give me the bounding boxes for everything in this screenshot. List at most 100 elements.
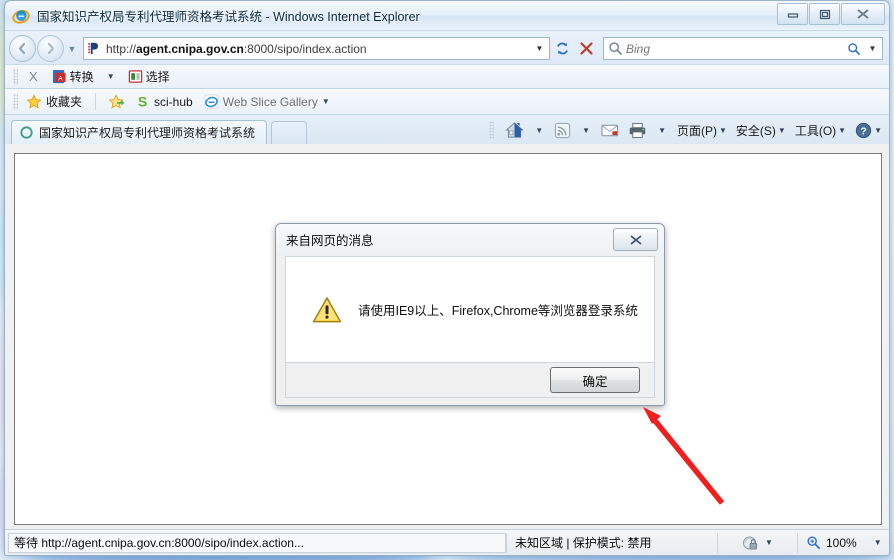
home-icon (505, 122, 525, 138)
select-button[interactable]: 选择 (125, 68, 173, 85)
title-bar[interactable]: 国家知识产权局专利代理师资格考试系统 - Windows Internet Ex… (5, 1, 889, 31)
status-bar: 等待 http://agent.cnipa.gov.cn:8000/sipo/i… (5, 529, 889, 555)
svg-text:?: ? (860, 126, 866, 137)
print-button[interactable] (624, 120, 651, 141)
zoom-control[interactable]: 100% ▼ (798, 533, 889, 553)
minimize-icon (787, 13, 798, 18)
zoom-level-label: 100% (826, 535, 857, 550)
pdf-select-icon (128, 70, 142, 83)
ie-logo-icon (12, 9, 30, 24)
new-tab-button[interactable] (271, 121, 307, 144)
zoom-dropdown-icon[interactable]: ▼ (874, 538, 882, 547)
svg-text:A: A (58, 75, 63, 82)
cmdbar-gripper[interactable] (489, 121, 495, 139)
sci-hub-icon: S (138, 94, 147, 109)
convert-button[interactable]: A 转换 (49, 68, 97, 85)
favorites-label: 收藏夹 (46, 95, 83, 109)
select-label: 选择 (145, 70, 170, 84)
rss-feed-icon (555, 122, 571, 138)
dialog-ok-button[interactable]: 确定 (550, 367, 640, 393)
maximize-button[interactable] (809, 3, 840, 25)
favorite-item-web-slice-gallery[interactable]: Web Slice Gallery ▼ (201, 93, 333, 110)
back-arrow-icon (18, 42, 26, 55)
tools-menu-label: 工具(O) (794, 123, 837, 138)
search-icon (609, 42, 622, 55)
favbar-separator (95, 93, 97, 110)
security-zone-button[interactable]: ▼ (718, 532, 798, 553)
search-go-button[interactable] (842, 37, 865, 60)
dialog-footer: 确定 (285, 363, 655, 398)
favorites-bar: 收藏夹 S sci-hub Web Slice Gallery ▼ (5, 89, 889, 115)
dialog-body: 请使用IE9以上、Firefox,Chrome等浏览器登录系统 (285, 256, 655, 363)
forward-arrow-icon (47, 42, 55, 55)
star-icon (26, 93, 42, 109)
add-favorites-button[interactable] (106, 93, 127, 111)
refresh-button[interactable] (551, 37, 574, 60)
home-dropdown-icon[interactable]: ▼ (529, 126, 549, 135)
search-go-icon (847, 42, 860, 55)
address-dropdown-icon[interactable]: ▼ (532, 44, 547, 53)
status-message: 等待 http://agent.cnipa.gov.cn:8000/sipo/i… (8, 532, 506, 553)
window-controls (777, 3, 885, 25)
tools-menu-button[interactable]: 工具(O) ▼ (791, 120, 850, 141)
favorite-item-sci-hub[interactable]: S sci-hub (132, 93, 196, 110)
search-input[interactable]: Bing (623, 42, 841, 56)
address-url[interactable]: http://agent.cnipa.gov.cn:8000/sipo/inde… (106, 42, 532, 56)
security-dropdown-icon: ▼ (765, 538, 773, 547)
close-button[interactable] (841, 3, 885, 25)
url-domain: agent.cnipa.gov.cn (136, 41, 244, 56)
dialog-title: 来自网页的消息 (286, 234, 374, 248)
tab-strip: 国家知识产权局专利代理师资格考试系统 ▼ ▼ ▼ 页面(P) ▼ 安全(S) ▼… (5, 115, 889, 144)
page-menu-button[interactable]: 页面(P) ▼ (673, 120, 731, 141)
help-dropdown-icon: ▼ (874, 125, 882, 135)
convert-dropdown-icon[interactable]: ▼ (101, 72, 121, 81)
convert-label: 转换 (69, 70, 94, 84)
security-zone-text: 未知区域 | 保护模式: 禁用 (506, 532, 718, 553)
stop-x-icon (580, 42, 593, 55)
minimize-button[interactable] (777, 3, 808, 25)
dialog-close-button[interactable] (613, 228, 658, 251)
stop-button[interactable] (575, 37, 598, 60)
webpage-message-dialog: 来自网页的消息 请使用IE9以上、Firefox,Chrome等浏览器登录系统 … (275, 223, 665, 406)
help-button[interactable]: ? ▼ (851, 120, 886, 141)
address-bar[interactable]: http://agent.cnipa.gov.cn:8000/sipo/inde… (83, 37, 550, 60)
safety-dropdown-icon: ▼ (777, 125, 786, 135)
safety-menu-label: 安全(S) (735, 123, 776, 138)
toolbar-gripper[interactable] (13, 68, 18, 85)
page-menu-label: 页面(P) (676, 123, 717, 138)
home-button[interactable] (501, 119, 528, 141)
web-slice-dropdown-icon[interactable]: ▼ (322, 97, 330, 106)
ie-small-icon (204, 94, 219, 109)
print-dropdown-icon[interactable]: ▼ (652, 126, 672, 135)
search-dropdown-icon[interactable]: ▼ (865, 44, 880, 53)
pdf-convert-icon: A (52, 69, 66, 84)
url-path: :8000/sipo/index.action (243, 41, 367, 56)
recent-pages-dropdown[interactable]: ▼ (65, 44, 79, 54)
print-icon (629, 122, 646, 138)
page-dropdown-icon: ▼ (718, 125, 727, 135)
help-icon: ? (855, 122, 872, 138)
feeds-button[interactable] (550, 120, 575, 141)
url-prefix: http:// (106, 41, 137, 56)
close-icon (629, 234, 642, 245)
safety-menu-button[interactable]: 安全(S) ▼ (732, 120, 790, 141)
dialog-title-bar[interactable]: 来自网页的消息 (276, 224, 664, 255)
forward-button[interactable] (37, 35, 64, 62)
favorite-label-sci-hub: sci-hub (154, 94, 193, 109)
loading-circle-icon (20, 126, 33, 139)
pdf-toolbar-close-button[interactable]: X (22, 69, 45, 84)
favorite-label-web-slice-gallery: Web Slice Gallery (222, 94, 318, 109)
dialog-message: 请使用IE9以上、Firefox,Chrome等浏览器登录系统 (358, 304, 638, 318)
security-zone-icon (743, 535, 758, 550)
search-box[interactable]: Bing ▼ (603, 37, 883, 60)
close-icon (857, 9, 869, 19)
favorites-button[interactable]: 收藏夹 (23, 92, 85, 111)
favbar-gripper[interactable] (13, 93, 18, 110)
warning-icon (312, 296, 342, 322)
tab-exam-system[interactable]: 国家知识产权局专利代理师资格考试系统 (11, 120, 267, 144)
back-button[interactable] (9, 35, 36, 62)
feeds-dropdown-icon[interactable]: ▼ (576, 126, 596, 135)
mail-button[interactable] (597, 121, 623, 140)
maximize-icon (819, 9, 830, 19)
command-bar: ▼ ▼ ▼ 页面(P) ▼ 安全(S) ▼ 工具(O) ▼ ? ▼ (489, 119, 886, 141)
